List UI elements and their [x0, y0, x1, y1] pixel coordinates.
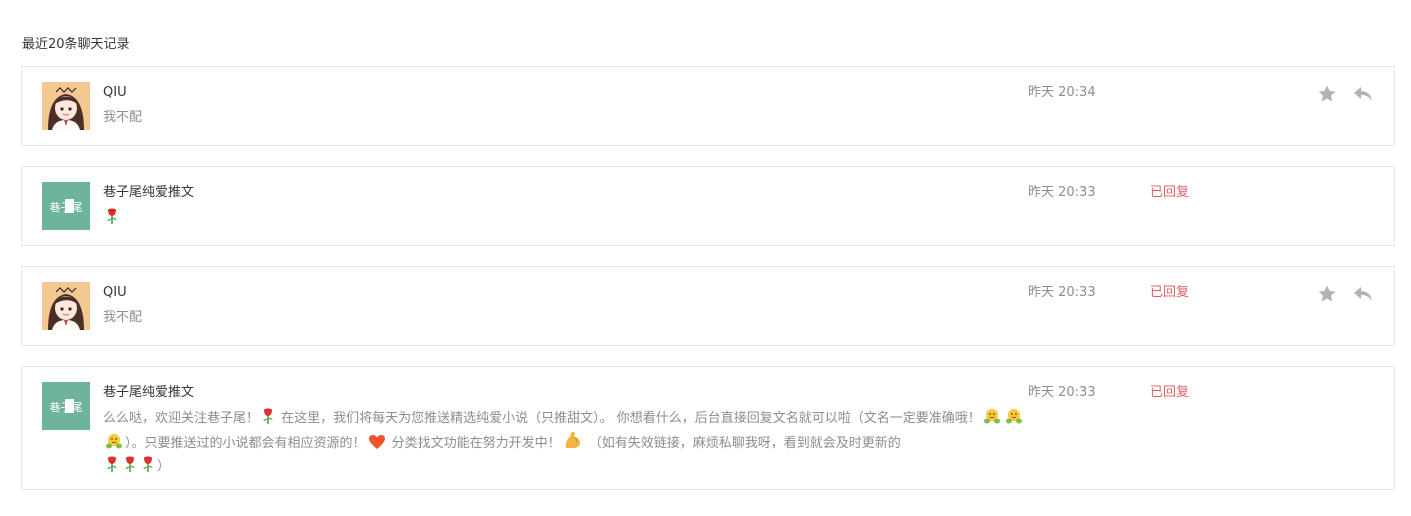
hug-face-icon — [983, 409, 1000, 424]
brand-logo-text: 巷子尾 — [50, 401, 83, 414]
girl-avatar-icon — [42, 82, 90, 130]
hug-face-icon — [1005, 409, 1022, 424]
content-text: 么么哒，欢迎关注巷子尾！ — [103, 411, 260, 426]
star-icon — [1318, 85, 1336, 102]
message-content: 我不配 — [103, 110, 143, 125]
heart-icon — [368, 435, 385, 449]
message-time: 昨天 20:33 — [1028, 185, 1096, 200]
message-content — [103, 207, 1033, 230]
reply-icon — [1354, 287, 1372, 301]
message-actions — [1314, 83, 1376, 105]
star-icon — [1318, 285, 1336, 302]
brand-avatar[interactable]: 巷子尾 — [42, 182, 90, 230]
message-time: 昨天 20:34 — [1028, 85, 1096, 100]
content-text: 分类找文功能在努力开发中！ — [387, 436, 561, 451]
brand-logo-text: 巷子尾 — [50, 201, 83, 214]
section-title: 最近20条聊天记录 — [22, 37, 130, 52]
message-content: 我不配 — [103, 310, 143, 325]
message-actions — [1314, 283, 1376, 305]
reply-button[interactable] — [1350, 283, 1376, 305]
flexed-biceps-icon — [565, 431, 580, 448]
nickname: QIU — [103, 285, 127, 300]
star-button[interactable] — [1314, 283, 1340, 305]
rose-icon — [107, 208, 117, 224]
content-text: 在这里，我们将每天为您推送精选纯爱小说（只推甜文）。 你想看什么，后台直接回复文… — [277, 411, 981, 426]
nickname: 巷子尾纯爱推文 — [103, 185, 195, 200]
user-avatar[interactable] — [42, 282, 90, 330]
message-time: 昨天 20:33 — [1028, 385, 1096, 400]
brand-logo-icon: 巷子尾 — [42, 182, 90, 230]
user-avatar[interactable] — [42, 82, 90, 130]
reply-button[interactable] — [1350, 83, 1376, 105]
message-page: 最近20条聊天记录 QIU 我不配 昨天 20:34 巷子尾 巷子尾纯爱推文 昨… — [0, 0, 1411, 516]
rose-icon — [143, 456, 153, 472]
girl-avatar-icon — [42, 282, 90, 330]
reply-icon — [1354, 87, 1372, 101]
replied-status[interactable]: 已回复 — [1150, 184, 1189, 202]
message-item: 巷子尾 巷子尾纯爱推文 昨天 20:33 已回复 — [21, 166, 1395, 246]
rose-icon — [263, 408, 274, 424]
message-item: QIU 我不配 昨天 20:33 已回复 — [21, 266, 1395, 346]
message-item: QIU 我不配 昨天 20:34 — [21, 66, 1395, 146]
rose-icon — [125, 456, 135, 472]
replied-status[interactable]: 已回复 — [1150, 384, 1189, 402]
message-content: 么么哒，欢迎关注巷子尾！ 在这里，我们将每天为您推送精选纯爱小说（只推甜文）。 … — [103, 407, 1033, 478]
content-text: （如有失效链接，麻烦私聊我呀，看到就会及时更新的 — [584, 436, 901, 451]
star-button[interactable] — [1314, 83, 1340, 105]
rose-icon — [107, 456, 117, 472]
brand-logo-icon: 巷子尾 — [42, 382, 90, 430]
nickname: 巷子尾纯爱推文 — [103, 385, 195, 400]
message-time: 昨天 20:33 — [1028, 285, 1096, 300]
nickname: QIU — [103, 85, 127, 100]
brand-avatar[interactable]: 巷子尾 — [42, 382, 90, 430]
message-item: 巷子尾 巷子尾纯爱推文 么么哒，欢迎关注巷子尾！ 在这里，我们将每天为您推送精选… — [21, 366, 1395, 490]
hug-face-icon — [106, 434, 122, 449]
content-text: ）。只要推送过的小说都会有相应资源的！ — [125, 436, 366, 451]
replied-status[interactable]: 已回复 — [1150, 284, 1189, 302]
content-text: ） — [157, 459, 171, 474]
